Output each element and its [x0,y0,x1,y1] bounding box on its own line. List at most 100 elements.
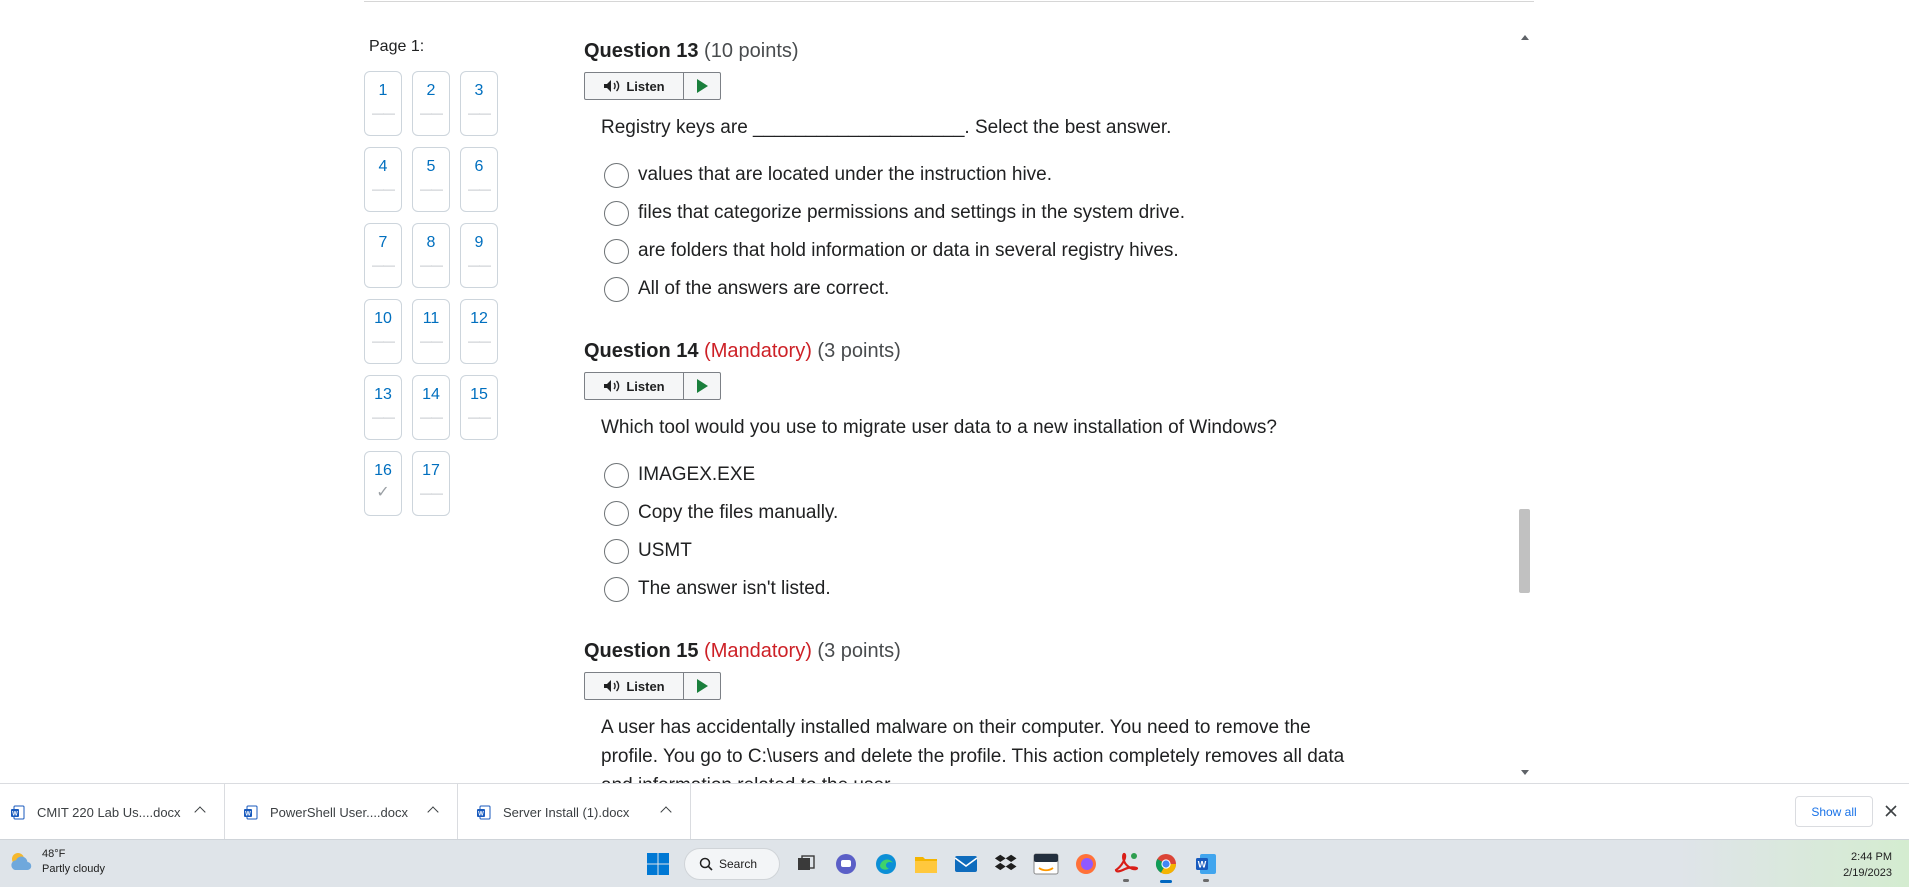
answer-option[interactable]: values that are located under the instru… [604,156,1185,194]
taskbar-search[interactable]: Search [684,848,780,880]
page-number: 13 [374,386,392,403]
radio-button[interactable] [604,200,629,226]
question-header: Question 15 (Mandatory) (3 points) [584,640,1484,667]
page-tile-1[interactable]: 1 —— [364,71,402,136]
firefox-button[interactable] [1066,845,1106,883]
answer-option[interactable]: The answer isn't listed. [604,570,838,608]
scroll-thumb[interactable] [1519,509,1530,593]
page-tile-17[interactable]: 17 —— [412,451,450,516]
page-number: 1 [378,82,388,99]
page-tile-13[interactable]: 13 —— [364,375,402,440]
answer-option[interactable]: are folders that hold information or dat… [604,232,1185,270]
chevron-up-icon[interactable] [660,806,672,818]
listen-button[interactable]: Listen [585,73,684,99]
listen-button[interactable]: Listen [585,673,684,699]
content-scrollbar[interactable] [1516,31,1533,780]
page-tile-4[interactable]: 4 —— [364,147,402,212]
mandatory-badge: (Mandatory) [704,340,812,362]
download-item[interactable]: W Server Install (1).docx [466,784,691,840]
chrome-button[interactable] [1146,845,1186,883]
question-points: (3 points) [817,340,901,362]
question-header: Question 14 (Mandatory) (3 points) [584,340,1484,367]
page-tile-3[interactable]: 3 —— [460,71,498,136]
answer-option[interactable]: files that categorize permissions and se… [604,194,1185,232]
download-item[interactable]: W PowerShell User....docx [233,784,458,840]
download-filename: Server Install (1).docx [503,804,630,820]
page-tile-9[interactable]: 9 —— [460,223,498,288]
radio-button[interactable] [604,462,629,488]
page-tile-2[interactable]: 2 —— [412,71,450,136]
question-number: Question 13 [584,40,699,62]
close-icon[interactable] [1883,803,1899,819]
windows-taskbar: 48°F Partly cloudy Search W 2:44 PM 2/19… [0,839,1909,887]
unanswered-dash: —— [468,258,491,272]
listen-button[interactable]: Listen [585,373,684,399]
radio-button[interactable] [604,162,629,188]
page-navigator-title: Page 1: [369,38,425,55]
search-label: Search [719,857,758,871]
task-view-button[interactable] [786,845,826,883]
system-clock[interactable]: 2:44 PM 2/19/2023 [1843,849,1892,881]
page-tile-6[interactable]: 6 —— [460,147,498,212]
page-navigator: 1 —— 2 —— 3 —— 4 —— 5 —— 6 —— 7 —— 8 —— 9 —— 10 —— 11 —— 12 —— 1… [364,71,498,516]
edge-browser-icon [876,854,896,874]
radio-button[interactable] [604,538,629,564]
page-tile-11[interactable]: 11 —— [412,299,450,364]
play-button[interactable] [684,673,720,699]
scroll-down-arrow-icon[interactable] [1516,766,1533,780]
word-button[interactable]: W [1186,845,1226,883]
page-tile-5[interactable]: 5 —— [412,147,450,212]
question-text: A user has accidentally installed malwar… [601,717,1345,783]
answer-option[interactable]: IMAGEX.EXE [604,456,838,494]
start-button[interactable] [638,845,678,883]
radio-button[interactable] [604,276,629,302]
weather-description: Partly cloudy [42,863,105,875]
file-explorer-button[interactable] [906,845,946,883]
edge-button[interactable] [866,845,906,883]
unanswered-dash: —— [372,258,395,272]
answer-option[interactable]: All of the answers are correct. [604,270,1185,308]
answer-option[interactable]: Copy the files manually. [604,494,838,532]
word-document-icon: W [477,805,491,819]
answer-option[interactable]: USMT [604,532,838,570]
show-all-button[interactable]: Show all [1795,796,1873,827]
weather-widget[interactable]: 48°F Partly cloudy [8,847,105,877]
page-tile-14[interactable]: 14 —— [412,375,450,440]
download-item[interactable]: W CMIT 220 Lab Us....docx [0,784,225,840]
page-tile-12[interactable]: 12 —— [460,299,498,364]
firefox-icon [1076,854,1096,874]
page-tile-10[interactable]: 10 —— [364,299,402,364]
mail-icon [954,856,978,872]
radio-button[interactable] [604,238,629,264]
speaker-icon [604,80,620,92]
play-button[interactable] [684,373,720,399]
unanswered-dash: —— [420,486,443,500]
mail-button[interactable] [946,845,986,883]
option-label: files that categorize permissions and se… [638,202,1186,223]
page-tile-7[interactable]: 7 —— [364,223,402,288]
play-button[interactable] [684,73,720,99]
unanswered-dash: —— [468,410,491,424]
page-tile-8[interactable]: 8 —— [412,223,450,288]
page-tile-15[interactable]: 15 —— [460,375,498,440]
teams-chat-button[interactable] [826,845,866,883]
chevron-up-icon[interactable] [194,806,206,818]
clock-time: 2:44 PM [1851,851,1892,863]
acrobat-button[interactable] [1106,845,1146,883]
word-document-icon: W [11,805,25,819]
radio-button[interactable] [604,576,629,602]
unanswered-dash: —— [420,258,443,272]
browser-page: Page 1: 1 —— 2 —— 3 —— 4 —— 5 —— 6 —— 7 —— 8 —— 9 —— 10 —— 1… [0,0,1909,887]
unanswered-dash: —— [468,106,491,120]
page-number: 7 [378,234,388,251]
amazon-button[interactable] [1026,845,1066,883]
chevron-up-icon[interactable] [427,806,439,818]
scroll-up-arrow-icon[interactable] [1516,31,1533,45]
page-tile-16[interactable]: 16 ✓ [364,451,402,516]
question-14: Question 14 (Mandatory) (3 points) Liste… [584,340,1484,602]
unanswered-dash: —— [420,106,443,120]
play-icon [696,379,708,393]
radio-button[interactable] [604,500,629,526]
dropbox-button[interactable] [986,845,1026,883]
option-label: IMAGEX.EXE [638,464,756,485]
